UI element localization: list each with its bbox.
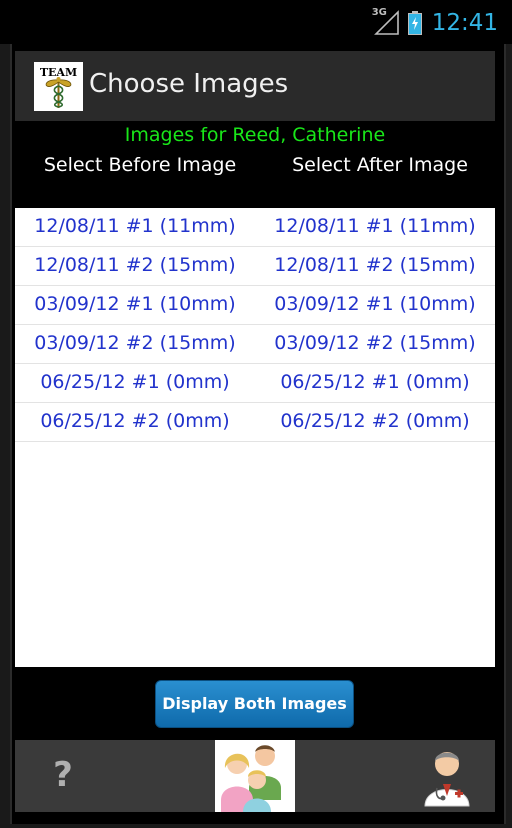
after-column-header: Select After Image	[292, 154, 468, 176]
device-screen: 3G 12:41 TEAM Choose Images Images for R…	[0, 0, 512, 828]
before-image-option[interactable]: 06/25/12 #1 (0mm)	[15, 364, 255, 402]
bottom-toolbar: ?	[15, 740, 495, 812]
before-image-option[interactable]: 03/09/12 #2 (15mm)	[15, 325, 255, 363]
list-item: 12/08/11 #1 (11mm) 12/08/11 #1 (11mm)	[15, 208, 495, 247]
signal-icon: 3G	[372, 7, 400, 36]
before-image-option[interactable]: 12/08/11 #1 (11mm)	[15, 208, 255, 246]
clock: 12:41	[431, 10, 498, 36]
app-logo[interactable]: TEAM	[34, 62, 83, 111]
after-image-option[interactable]: 03/09/12 #2 (15mm)	[255, 325, 495, 363]
before-column-header: Select Before Image	[43, 154, 237, 176]
before-image-option[interactable]: 12/08/11 #2 (15mm)	[15, 247, 255, 285]
status-bar: 3G 12:41	[0, 0, 512, 44]
after-image-option[interactable]: 03/09/12 #1 (10mm)	[255, 286, 495, 324]
list-item: 06/25/12 #2 (0mm) 06/25/12 #2 (0mm)	[15, 403, 495, 442]
page-title: Choose Images	[89, 69, 289, 99]
after-image-option[interactable]: 06/25/12 #2 (0mm)	[255, 403, 495, 441]
list-item: 03/09/12 #2 (15mm) 03/09/12 #2 (15mm)	[15, 325, 495, 364]
action-bar: TEAM Choose Images	[15, 51, 495, 121]
before-image-option[interactable]: 03/09/12 #1 (10mm)	[15, 286, 255, 324]
battery-icon	[407, 11, 422, 35]
list-item: 06/25/12 #1 (0mm) 06/25/12 #1 (0mm)	[15, 364, 495, 403]
list-item: 12/08/11 #2 (15mm) 12/08/11 #2 (15mm)	[15, 247, 495, 286]
after-image-option[interactable]: 12/08/11 #1 (11mm)	[255, 208, 495, 246]
help-button[interactable]: ?	[43, 750, 83, 800]
family-button[interactable]	[215, 740, 295, 812]
status-icons: 3G 12:41	[372, 7, 498, 38]
after-image-option[interactable]: 12/08/11 #2 (15mm)	[255, 247, 495, 285]
doctor-icon	[424, 752, 470, 807]
patient-heading: Images for Reed, Catherine	[124, 124, 386, 146]
list-item: 03/09/12 #1 (10mm) 03/09/12 #1 (10mm)	[15, 286, 495, 325]
family-icon	[221, 745, 281, 812]
image-list: 12/08/11 #1 (11mm) 12/08/11 #1 (11mm) 12…	[15, 208, 495, 667]
help-icon: ?	[53, 755, 73, 795]
after-image-option[interactable]: 06/25/12 #1 (0mm)	[255, 364, 495, 402]
display-both-images-button[interactable]: Display Both Images	[155, 680, 354, 728]
before-image-option[interactable]: 06/25/12 #2 (0mm)	[15, 403, 255, 441]
doctor-button[interactable]	[417, 746, 477, 808]
